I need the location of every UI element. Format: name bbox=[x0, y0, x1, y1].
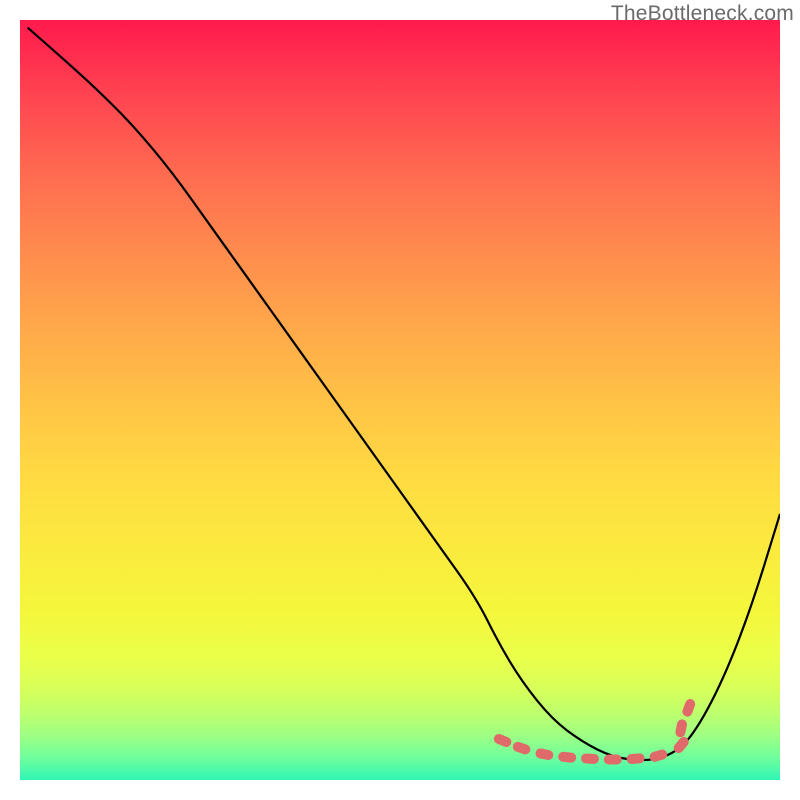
marker-dash bbox=[604, 755, 622, 765]
marker-dash bbox=[681, 698, 697, 718]
bottleneck-curve bbox=[28, 28, 780, 760]
marker-dash bbox=[581, 753, 599, 764]
marker-dash bbox=[558, 751, 577, 763]
marker-dash bbox=[626, 753, 645, 764]
plot-area bbox=[20, 20, 780, 780]
chart-container: TheBottleneck.com bbox=[0, 0, 800, 800]
marker-dash bbox=[492, 733, 512, 749]
marker-dash bbox=[511, 741, 531, 756]
optimal-markers bbox=[492, 698, 696, 765]
marker-dash bbox=[675, 718, 688, 738]
curve-layer bbox=[20, 20, 780, 780]
marker-dash bbox=[648, 748, 668, 763]
marker-dash bbox=[535, 748, 555, 761]
